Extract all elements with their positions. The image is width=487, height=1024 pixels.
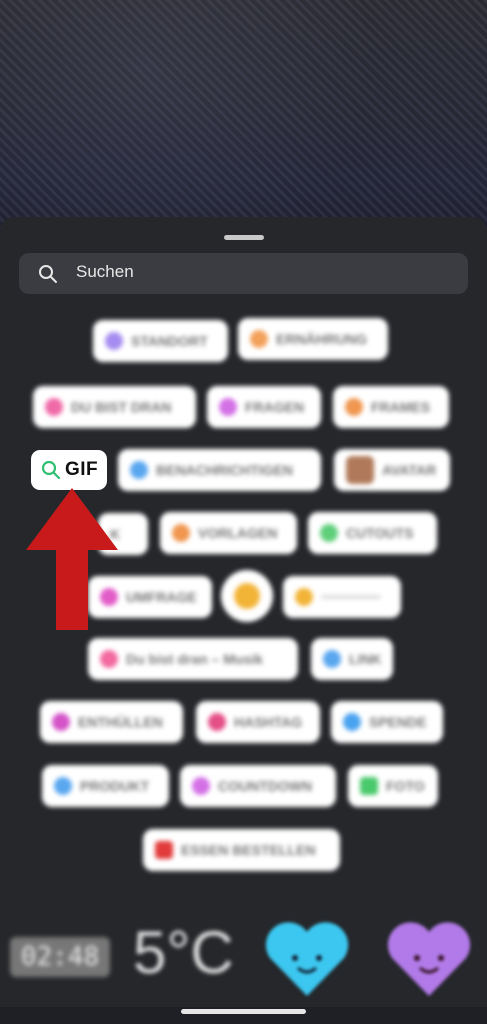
sticker-hashtag[interactable]: HASHTAG — [196, 701, 320, 743]
sticker-label: CUTOUTS — [346, 525, 414, 541]
frame-icon — [345, 398, 363, 416]
sticker-label: ENTHÜLLEN — [78, 714, 163, 730]
sticker-label: ERNÄHRUNG — [276, 331, 367, 347]
shopping-bag-icon — [54, 777, 72, 795]
sticker-label: VORLAGEN — [198, 525, 278, 541]
sticker-du-bist-dran[interactable]: DU BIST DRAN — [33, 386, 196, 428]
heart-sticker-blue[interactable] — [262, 918, 352, 998]
heart-eyes-emoji-icon — [295, 588, 313, 606]
search-icon — [41, 460, 61, 480]
question-icon — [219, 398, 237, 416]
sticker-label: UMFRAGE — [126, 589, 197, 605]
music-note-icon — [100, 650, 118, 668]
heart-eyes-emoji-icon — [234, 583, 260, 609]
red-arrow-annotation — [26, 488, 118, 630]
sticker-standort[interactable]: STANDORT — [93, 320, 228, 362]
sticker-label: GIF — [65, 459, 99, 480]
sticker-foto[interactable]: FOTO — [348, 765, 438, 807]
sticker-emoji-bar[interactable] — [283, 576, 401, 618]
food-icon — [250, 330, 268, 348]
bell-icon — [130, 461, 148, 479]
sticker-label: BENACHRICHTIGEN — [156, 462, 293, 478]
reveal-icon — [52, 713, 70, 731]
sticker-benachrichtigen[interactable]: BENACHRICHTIGEN — [118, 449, 321, 491]
photo-icon — [360, 777, 378, 795]
sticker-label: COUNTDOWN — [218, 778, 313, 794]
sticker-frames[interactable]: FRAMES — [333, 386, 449, 428]
sticker-ernaehrung[interactable]: ERNÄHRUNG — [238, 318, 388, 360]
food-delivery-icon — [155, 841, 173, 859]
donate-icon — [343, 713, 361, 731]
sticker-emoji-slider[interactable] — [221, 570, 273, 622]
clock-sticker[interactable]: 02:48 — [10, 937, 110, 977]
drag-handle[interactable] — [224, 235, 264, 240]
sticker-label: Du bist dran – Musik — [126, 651, 263, 667]
temperature-sticker[interactable]: 5°C — [133, 918, 234, 987]
clock-icon — [192, 777, 210, 795]
sticker-cutouts[interactable]: CUTOUTS — [308, 512, 437, 554]
sticker-gif[interactable]: GIF — [31, 450, 107, 490]
sticker-label: AVATAR — [382, 462, 437, 478]
sticker-musik[interactable]: Du bist dran – Musik — [88, 638, 298, 680]
sticker-fragen[interactable]: FRAGEN — [207, 386, 321, 428]
avatar-icon — [346, 456, 374, 484]
sticker-essen-bestellen[interactable]: ESSEN BESTELLEN — [143, 829, 340, 871]
sticker-produkt[interactable]: PRODUKT — [42, 765, 169, 807]
sticker-countdown[interactable]: COUNTDOWN — [180, 765, 336, 807]
sticker-label: PRODUKT — [80, 778, 150, 794]
sticker-spende[interactable]: SPENDE — [331, 701, 443, 743]
sticker-label: SPENDE — [369, 714, 427, 730]
sticker-vorlagen[interactable]: VORLAGEN — [160, 512, 297, 554]
sticker-label: LINK — [349, 651, 382, 667]
sticker-label: FRAMES — [371, 399, 431, 415]
search-input[interactable]: Suchen — [76, 262, 134, 282]
sticker-link[interactable]: LINK — [311, 638, 393, 680]
search-icon — [39, 265, 57, 283]
home-indicator[interactable] — [181, 1009, 306, 1014]
sticker-label: HASHTAG — [234, 714, 303, 730]
sticker-label: STANDORT — [131, 333, 208, 349]
heart-sticker-purple[interactable] — [384, 918, 474, 998]
sticker-label: ESSEN BESTELLEN — [181, 842, 316, 858]
slider-track — [321, 595, 381, 599]
sticker-avatar[interactable]: AVATAR — [334, 449, 450, 491]
template-icon — [172, 524, 190, 542]
sticker-label: DU BIST DRAN — [71, 399, 172, 415]
location-icon — [105, 332, 123, 350]
add-yours-icon — [45, 398, 63, 416]
sticker-enthuellen[interactable]: ENTHÜLLEN — [40, 701, 183, 743]
link-icon — [323, 650, 341, 668]
sticker-label: FOTO — [386, 778, 425, 794]
sticker-label: FRAGEN — [245, 399, 305, 415]
scissors-icon — [320, 524, 338, 542]
hashtag-icon — [208, 713, 226, 731]
